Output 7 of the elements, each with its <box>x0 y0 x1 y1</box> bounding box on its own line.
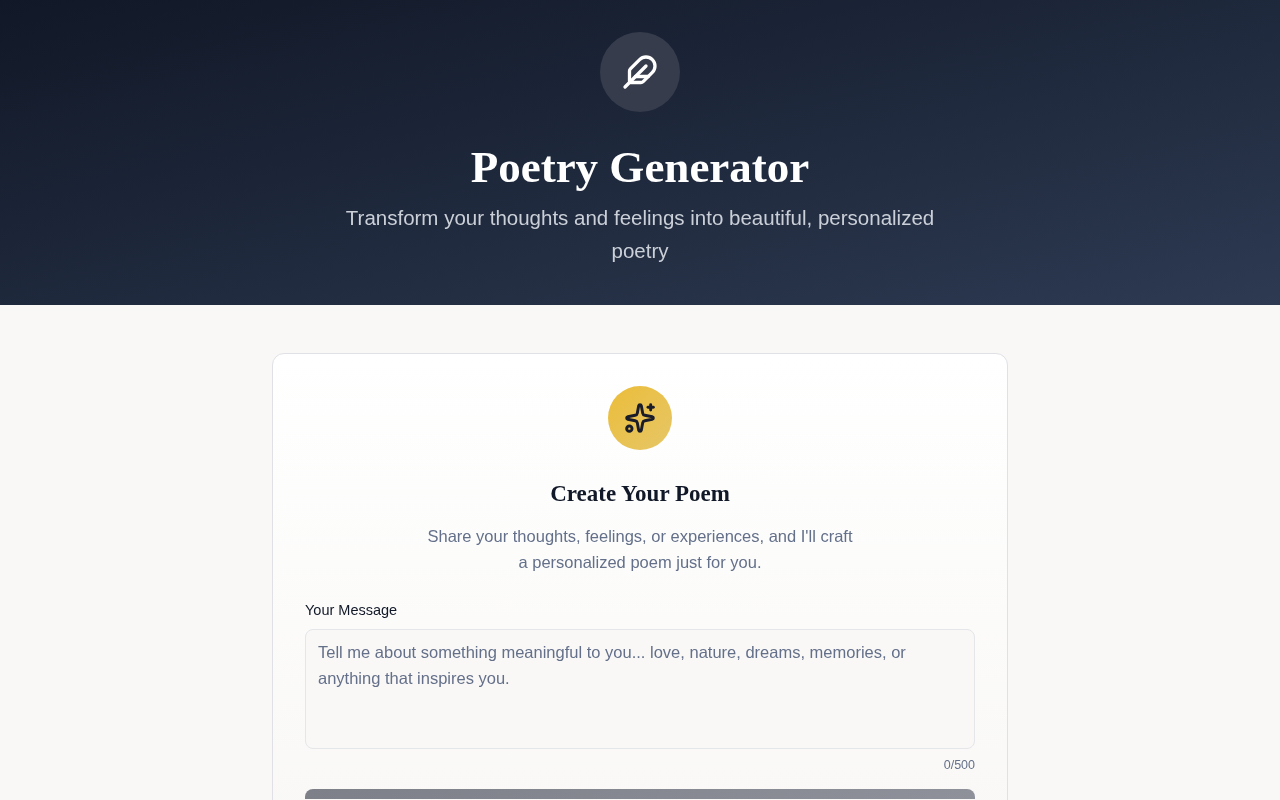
page-subtitle: Transform your thoughts and feelings into beautiful, personalized poetry <box>344 205 936 264</box>
card-description: Share your thoughts, feelings, or experiences, and I'll craft a personalized poem just for you. <box>426 526 854 573</box>
message-field[interactable]: Tell me about something meaningful to you... love, nature, dreams, memories, or anything that inspires you. <box>305 629 975 749</box>
card-title: Create Your Poem <box>550 480 730 508</box>
message-label: Your Message <box>305 601 398 620</box>
page-title: Poetry Generator <box>470 141 810 194</box>
character-counter: 0/500 <box>943 757 975 773</box>
